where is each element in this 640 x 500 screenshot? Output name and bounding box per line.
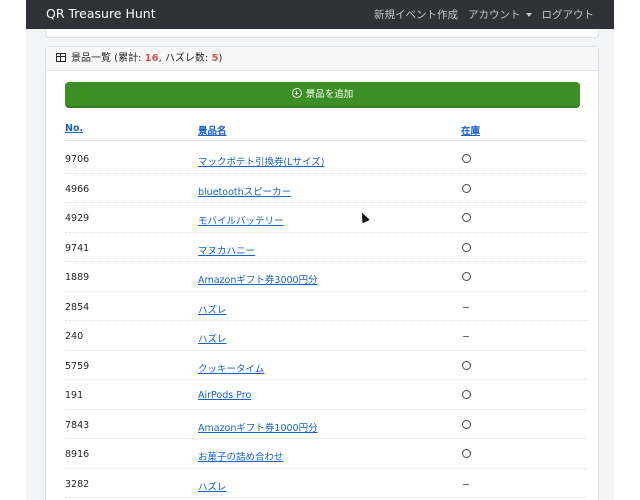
- table-row: 4966 bluetoothスピーカー: [65, 174, 587, 203]
- table-row: 240 ハズレ: [65, 321, 587, 351]
- in-stock-icon: [461, 242, 471, 255]
- prize-name-link[interactable]: Amazonギフト券3000円分: [198, 272, 318, 286]
- card-header: 景品一覧 (累計: 16, ハズレ数: 5): [46, 47, 598, 71]
- table-row: 8916 お菓子の詰め合わせ: [65, 439, 587, 469]
- table-row: 9706 マックポテト引換券(Lサイズ): [65, 144, 587, 174]
- logout-link[interactable]: ログアウト: [542, 7, 595, 22]
- prize-name-link[interactable]: AirPods Pro: [198, 390, 251, 401]
- add-prize-label: 景品を追加: [305, 89, 354, 100]
- table-header: No. 景品名 在庫: [65, 121, 587, 141]
- prize-name-link[interactable]: マックポテト引換券(Lサイズ): [198, 154, 324, 168]
- in-stock-icon: [461, 419, 471, 432]
- prize-name-link[interactable]: Amazonギフト券1000円分: [198, 420, 318, 434]
- nav-links: 新規イベント作成 アカウント ログアウト: [374, 7, 594, 22]
- previous-card: [45, 29, 599, 38]
- table-row: 9741 マヌカハニー: [65, 233, 587, 262]
- prize-number: 5759: [65, 360, 90, 372]
- table-row: 3282 ハズレ: [65, 469, 587, 498]
- account-label: アカウント: [468, 9, 521, 21]
- plus-circle-icon: [291, 88, 302, 98]
- card-title-suffix: ): [218, 53, 223, 64]
- brand-link[interactable]: QR Treasure Hunt: [46, 6, 156, 21]
- in-stock-icon: [461, 154, 471, 166]
- card-title-sep: , ハズレ数:: [158, 53, 212, 64]
- table-row: 4929 モバイルバッテリー: [65, 203, 587, 233]
- new-event-link[interactable]: 新規イベント作成: [374, 7, 458, 22]
- prize-number: 8916: [65, 449, 90, 460]
- table-row: 2854 ハズレ: [65, 292, 587, 321]
- prize-number: 9741: [65, 242, 90, 254]
- account-dropdown[interactable]: アカウント: [468, 7, 532, 22]
- in-stock-icon: [461, 213, 471, 225]
- in-stock-icon: [461, 390, 471, 402]
- table-icon: [56, 53, 66, 62]
- prize-number: 4929: [65, 213, 90, 224]
- prize-number: 240: [65, 331, 84, 342]
- top-navbar: QR Treasure Hunt 新規イベント作成 アカウント ログアウト: [26, 0, 614, 29]
- prize-number: 9706: [65, 154, 90, 165]
- prize-name-link[interactable]: お菓子の詰め合わせ: [198, 449, 284, 463]
- prize-name-link[interactable]: bluetoothスピーカー: [198, 184, 291, 198]
- sort-by-no[interactable]: No.: [65, 123, 83, 134]
- prize-name-link[interactable]: ハズレ: [198, 331, 227, 345]
- prize-name-link[interactable]: クッキータイム: [198, 361, 264, 375]
- sort-by-name[interactable]: 景品名: [198, 123, 227, 137]
- in-stock-icon: [461, 360, 471, 373]
- prize-list-card: 景品一覧 (累計: 16, ハズレ数: 5) 景品を追加 No. 景品名 在庫 …: [45, 46, 599, 500]
- chevron-down-icon: [525, 13, 532, 17]
- in-stock-icon: [461, 272, 471, 284]
- prize-number: 3282: [65, 478, 90, 490]
- table-row: 1889 Amazonギフト券3000円分: [65, 262, 587, 292]
- no-stock-icon: [461, 302, 471, 313]
- card-title-prefix: 景品一覧 (累計:: [71, 53, 145, 64]
- in-stock-icon: [461, 183, 471, 196]
- no-stock-icon: [461, 479, 471, 490]
- in-stock-icon: [461, 449, 471, 461]
- prize-name-link[interactable]: ハズレ: [198, 302, 227, 316]
- prize-name-link[interactable]: モバイルバッテリー: [198, 213, 284, 227]
- prize-number: 1889: [65, 272, 90, 283]
- no-stock-icon: [461, 331, 471, 342]
- prize-number: 191: [65, 390, 84, 401]
- prize-name-link[interactable]: ハズレ: [198, 479, 227, 493]
- table-row: 7843 Amazonギフト券1000円分: [65, 410, 587, 439]
- sort-by-stock[interactable]: 在庫: [461, 123, 480, 137]
- prize-number: 7843: [65, 419, 90, 431]
- total-count: 16: [144, 53, 159, 64]
- prize-number: 4966: [65, 183, 90, 195]
- table-row: 191 AirPods Pro: [65, 380, 587, 410]
- prize-number: 2854: [65, 301, 90, 313]
- add-prize-button[interactable]: 景品を追加: [65, 82, 580, 108]
- table-row: 5759 クッキータイム: [65, 351, 587, 380]
- prize-name-link[interactable]: マヌカハニー: [198, 243, 255, 257]
